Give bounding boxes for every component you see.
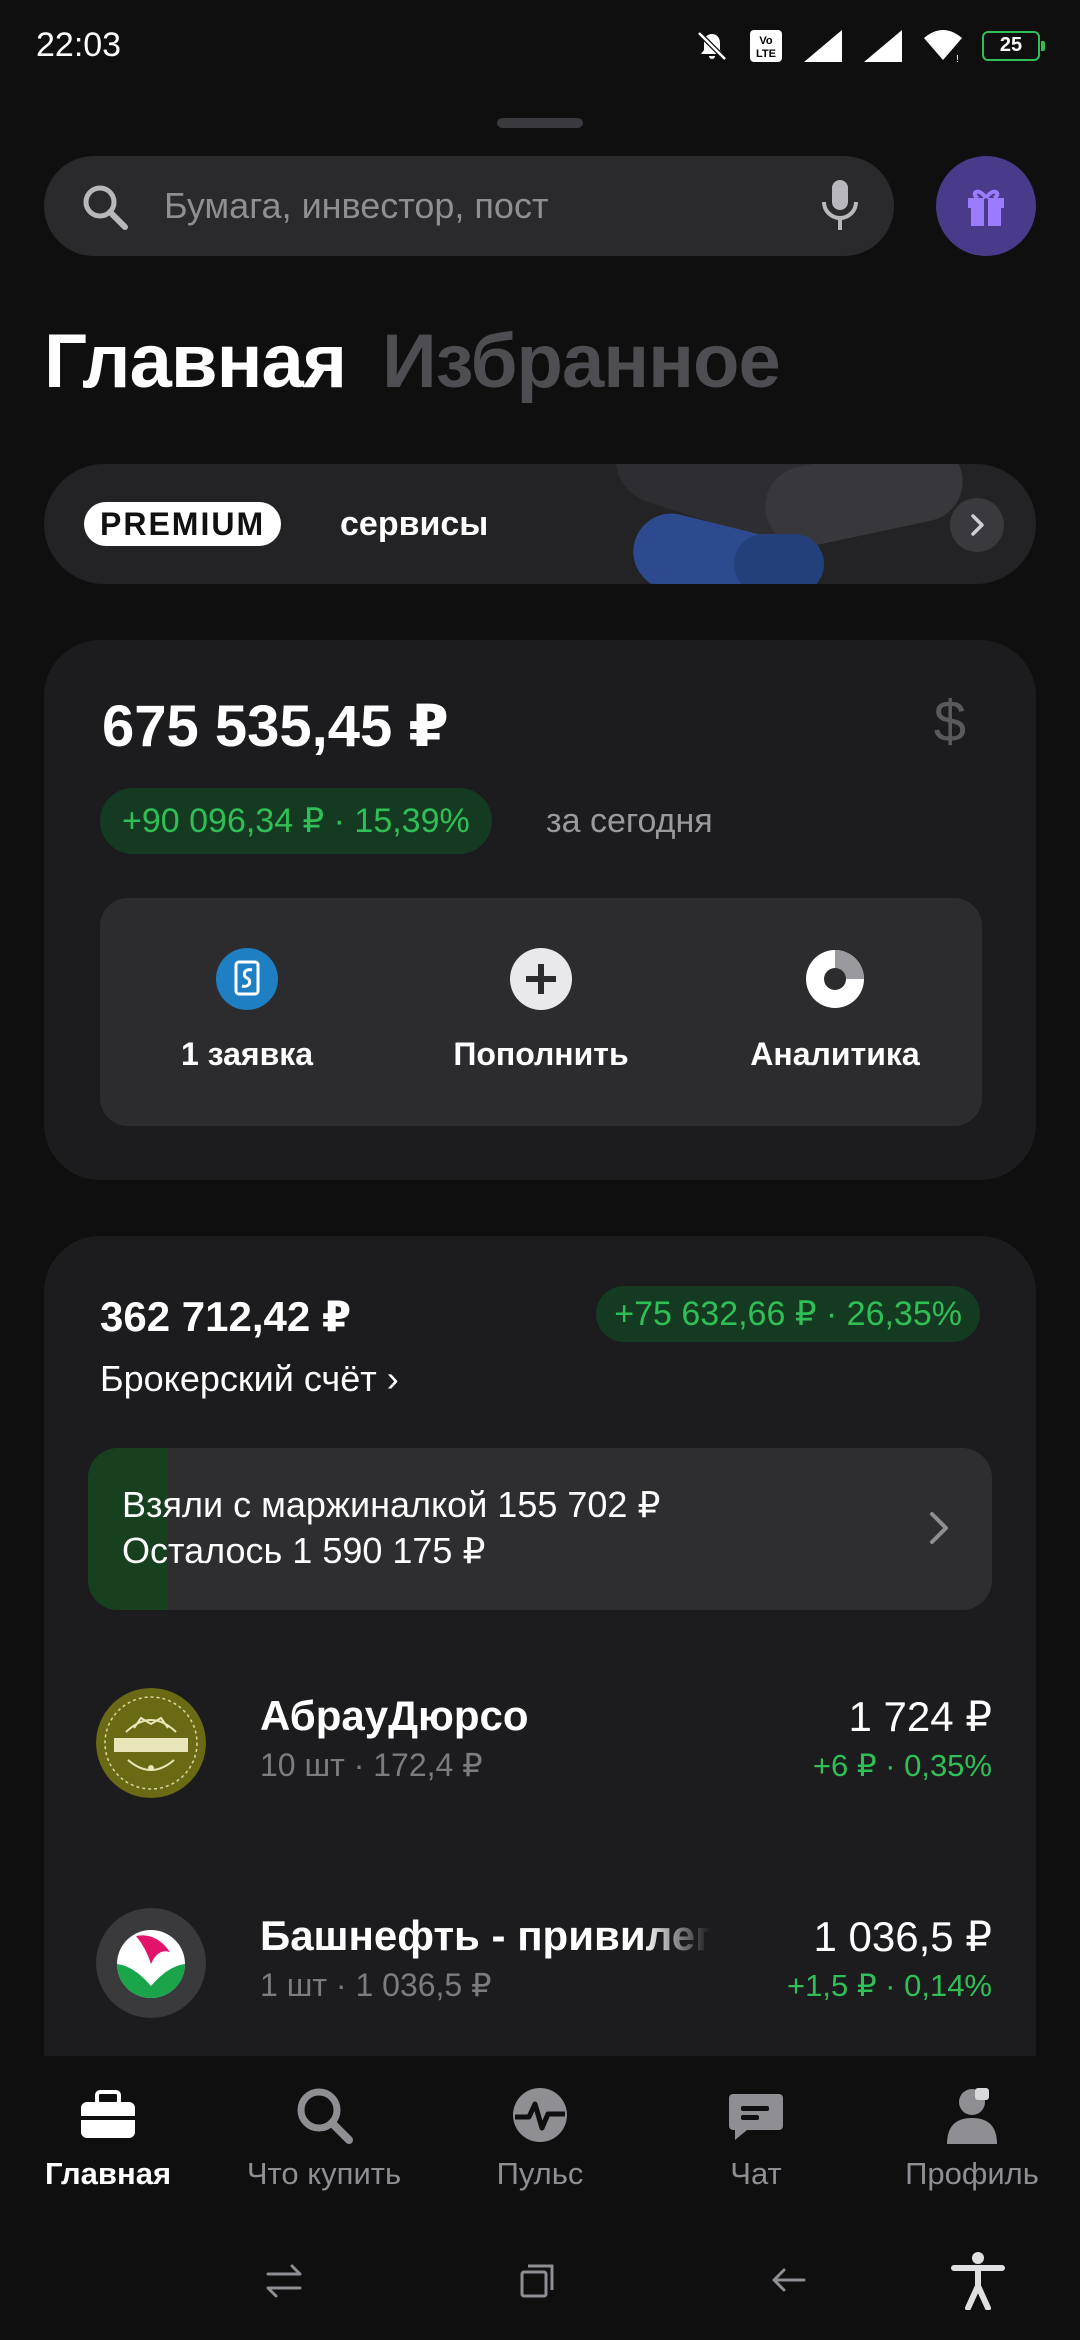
- search-icon: [83, 185, 128, 230]
- stock-value: 1 036,5 ₽: [813, 1913, 992, 1960]
- margin-banner[interactable]: Взяли с маржиналкой 155 702 ₽ Осталось 1…: [88, 1448, 992, 1610]
- status-icons: Vo LTE ! 25: [694, 28, 1045, 64]
- orders-action[interactable]: 1 заявка: [100, 898, 394, 1126]
- signal-icon: [864, 30, 902, 62]
- broker-amount: 362 712,42 ₽: [100, 1293, 352, 1340]
- signal-icon: [804, 30, 842, 62]
- daily-gain-period: за сегодня: [546, 802, 713, 840]
- search-icon: [297, 2088, 353, 2144]
- system-navigation-bar: [0, 2236, 1080, 2340]
- nav-profile-label: Профиль: [905, 2156, 1039, 2191]
- margin-remaining: Осталось 1 590 175 ₽: [122, 1530, 486, 1571]
- bashneft-logo: [96, 1908, 206, 2018]
- status-time: 22:03: [36, 26, 122, 64]
- margin-borrowed: Взяли с маржиналкой 155 702 ₽: [122, 1484, 661, 1525]
- deposit-action[interactable]: Пополнить: [394, 898, 688, 1126]
- nav-pulse[interactable]: Пульс: [432, 2056, 648, 2236]
- profile-icon: [947, 2088, 997, 2144]
- volte-icon: Vo LTE: [750, 30, 782, 62]
- nav-home[interactable]: Главная: [0, 2056, 216, 2236]
- svg-text:LTE: LTE: [756, 48, 776, 60]
- nav-home-label: Главная: [44, 2156, 172, 2191]
- premium-decoration-image: [615, 464, 963, 584]
- home-icon[interactable]: [516, 2258, 560, 2302]
- gift-button[interactable]: [936, 156, 1036, 256]
- analytics-label: Аналитика: [750, 1036, 920, 1072]
- nav-what-to-buy[interactable]: Что купить: [216, 2056, 432, 2236]
- svg-text:!: !: [956, 54, 959, 64]
- recent-apps-icon[interactable]: [262, 2258, 306, 2302]
- portfolio-total: 675 535,45 ₽: [102, 694, 449, 759]
- stock-quantity: 10 шт · 172,4 ₽: [260, 1747, 483, 1783]
- battery-level: 25: [999, 34, 1023, 56]
- stock-row[interactable]: Башнефть - привилег 1 шт · 1 036,5 ₽ 1 0…: [44, 1894, 1036, 2034]
- back-icon[interactable]: [766, 2258, 810, 2302]
- analytics-action[interactable]: Аналитика: [688, 898, 982, 1126]
- search-bar[interactable]: [44, 156, 894, 256]
- stock-name: АбрауДюрсо: [260, 1692, 529, 1739]
- status-bar: 22:03 Vo LTE ! 25: [0, 0, 1080, 92]
- chat-icon: [729, 2094, 783, 2140]
- stock-row[interactable]: АбрауДюрсо 10 шт · 172,4 ₽ 1 724 ₽ +6 ₽ …: [44, 1674, 1036, 1814]
- main-tabs: Главная Избранное: [44, 318, 781, 405]
- chevron-right-icon: [971, 514, 984, 536]
- svg-text:Vo: Vo: [759, 35, 773, 47]
- deposit-label: Пополнить: [453, 1036, 629, 1072]
- stock-change: +1,5 ₽ · 0,14%: [787, 1968, 992, 2003]
- broker-account-card: 362 712,42 ₽ +75 632,66 ₽ · 26,35% Броке…: [44, 1236, 1036, 2056]
- nav-pulse-label: Пульс: [496, 2156, 584, 2191]
- premium-arrow-button[interactable]: [950, 498, 1004, 552]
- orders-label: 1 заявка: [180, 1036, 314, 1072]
- stock-value: 1 724 ₽: [848, 1693, 993, 1740]
- currency-switch-icon[interactable]: $: [934, 688, 966, 755]
- pulse-icon: [513, 2088, 567, 2142]
- quick-actions: 1 заявка Пополнить Аналитика: [100, 898, 982, 1126]
- stock-name: Башнефть - привилег: [260, 1912, 710, 1959]
- wifi-icon: !: [924, 30, 962, 64]
- nav-chat[interactable]: Чат: [648, 2056, 864, 2236]
- search-input[interactable]: [164, 156, 804, 256]
- nav-what-to-buy-label: Что купить: [246, 2156, 402, 2191]
- tab-home[interactable]: Главная: [44, 318, 347, 405]
- broker-gain-badge: +75 632,66 ₽ · 26,35%: [596, 1286, 980, 1342]
- battery-icon: 25: [982, 31, 1045, 61]
- analytics-icon: [806, 950, 864, 1008]
- accessibility-icon[interactable]: [950, 2250, 1006, 2310]
- order-icon: [216, 948, 278, 1010]
- microphone-icon[interactable]: [820, 178, 860, 234]
- bottom-navigation: Главная Что купить Пульс Чат Профиль: [0, 2056, 1080, 2236]
- nav-chat-label: Чат: [730, 2156, 782, 2191]
- stock-quantity: 1 шт · 1 036,5 ₽: [260, 1967, 492, 2003]
- portfolio-summary-card[interactable]: 675 535,45 ₽ $ +90 096,34 ₽ · 15,39% за …: [44, 640, 1036, 1180]
- premium-badge: PREMIUM: [84, 502, 282, 546]
- broker-account-link[interactable]: Брокерский счёт ›: [100, 1358, 399, 1400]
- premium-banner[interactable]: PREMIUM сервисы: [44, 464, 1036, 584]
- mute-icon: [697, 31, 727, 61]
- tab-favorites[interactable]: Избранное: [382, 318, 781, 405]
- plus-icon: [510, 948, 572, 1010]
- nav-profile[interactable]: Профиль: [864, 2056, 1080, 2236]
- abrau-durso-logo: [96, 1688, 206, 1798]
- daily-gain-badge: +90 096,34 ₽ · 15,39%: [100, 788, 492, 854]
- gift-icon: [968, 189, 1004, 226]
- stock-change: +6 ₽ · 0,35%: [812, 1748, 992, 1783]
- premium-label: сервисы: [340, 505, 489, 543]
- briefcase-icon: [81, 2090, 135, 2138]
- margin-usage-bar: [88, 1448, 169, 1610]
- sheet-handle[interactable]: [497, 118, 583, 128]
- chevron-right-icon: [930, 1512, 948, 1544]
